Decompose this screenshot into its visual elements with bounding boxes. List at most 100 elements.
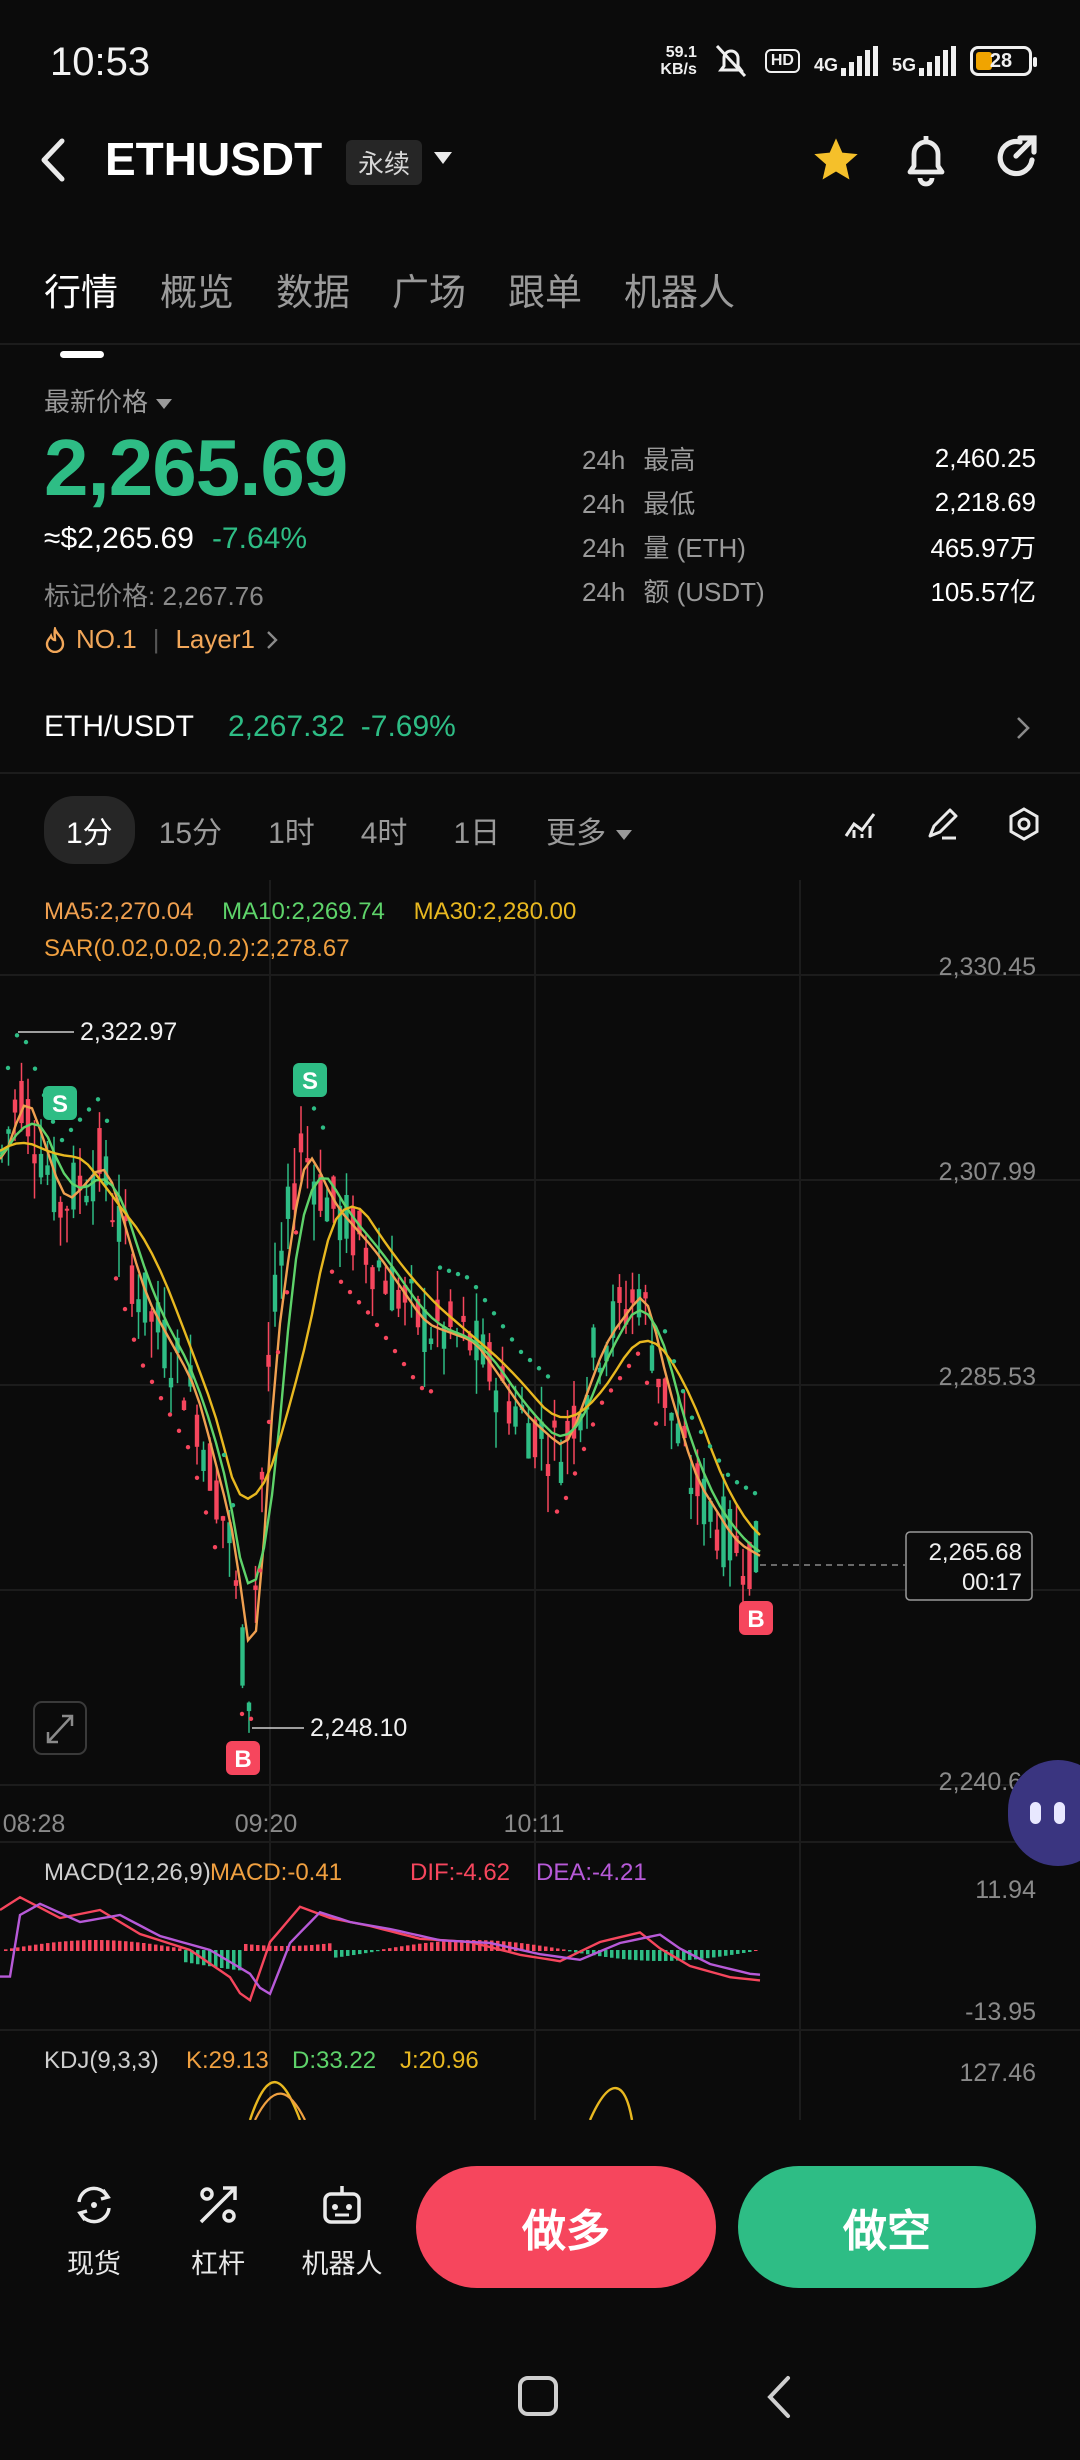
sar-dot: [419, 1385, 425, 1391]
macd-bar: [442, 1941, 446, 1951]
macd-bar: [334, 1950, 338, 1958]
sar-dot: [428, 1389, 434, 1394]
expand-icon-arrows: [46, 1714, 74, 1744]
tab-market[interactable]: 行情: [44, 262, 118, 358]
macd-bar: [178, 1948, 182, 1951]
ma-lines: [0, 1104, 761, 1644]
macd-bar: [640, 1950, 644, 1961]
sar-dot: [482, 1298, 488, 1303]
macd-bar: [304, 1945, 308, 1951]
indicator-icon[interactable]: [842, 806, 878, 842]
stat-high: 24h 最高 2,460.25: [582, 442, 1036, 475]
sar-dot: [743, 1485, 749, 1490]
macd-bar: [148, 1943, 152, 1951]
macd-bottom: -13.95: [965, 1998, 1036, 2026]
macd-bar: [298, 1945, 302, 1951]
back-button[interactable]: [38, 130, 88, 190]
candle-body: [396, 1289, 401, 1309]
tab-copy-trade[interactable]: 跟单: [508, 262, 582, 316]
candle-body: [740, 1575, 746, 1585]
sar-dot: [140, 1363, 146, 1368]
settings-icon[interactable]: [1006, 806, 1042, 842]
nav-home-button[interactable]: [518, 2376, 558, 2416]
sar-dot: [320, 1125, 326, 1130]
candle-body: [428, 1338, 434, 1345]
interval-more[interactable]: 更多: [546, 808, 633, 852]
nav-back-icon[interactable]: [764, 2374, 794, 2420]
interval-1h[interactable]: 1时: [268, 808, 315, 852]
macd-bar: [700, 1950, 704, 1959]
macd-bar: [586, 1950, 590, 1955]
candle-body: [591, 1327, 596, 1358]
signal-5g-icon: 5G: [892, 46, 956, 76]
macd-bar: [436, 1941, 440, 1951]
spot-action[interactable]: 现货: [44, 2176, 144, 2281]
candle-body: [662, 1378, 668, 1408]
candle-body: [669, 1412, 674, 1421]
sar-dot: [500, 1324, 506, 1329]
macd-bar: [316, 1944, 320, 1951]
macd-bar: [274, 1945, 278, 1951]
macd-bar: [370, 1950, 374, 1953]
long-button[interactable]: 做多: [416, 2166, 716, 2288]
bell-icon[interactable]: [900, 132, 952, 188]
star-icon[interactable]: [810, 134, 862, 186]
assistant-bubble[interactable]: [1008, 1760, 1080, 1866]
macd-bar: [100, 1940, 104, 1951]
bot-action[interactable]: 机器人: [292, 2176, 392, 2281]
sar-dot: [194, 1475, 200, 1480]
symbol-title[interactable]: ETHUSDT: [105, 132, 322, 186]
candle-body: [506, 1401, 512, 1424]
interval-selector: 1分 15分 1时 4时 1日 更多: [44, 796, 678, 864]
macd-bar: [388, 1948, 392, 1951]
macd-bar: [76, 1940, 80, 1951]
spot-pair-row[interactable]: ETH/USDT 2,267.32 -7.69%: [44, 710, 456, 744]
candle-body: [168, 1377, 174, 1388]
chart-grid: 2,330.452,307.992,285.532,240.6108:28 09:…: [0, 880, 1080, 2120]
candles: [0, 1062, 759, 1733]
tab-data[interactable]: 数据: [276, 262, 350, 316]
sar-dot: [689, 1415, 695, 1420]
interval-15m[interactable]: 15分: [159, 808, 222, 852]
candle-body: [142, 1272, 148, 1323]
macd-bar: [430, 1942, 434, 1951]
macd-bar: [340, 1950, 344, 1957]
macd-bar: [28, 1945, 32, 1951]
macd-bar: [628, 1950, 632, 1960]
kline-chart[interactable]: 2,330.452,307.992,285.532,240.6108:28 09:…: [0, 880, 1080, 2120]
tab-bot[interactable]: 机器人: [624, 262, 735, 316]
sar-dot: [77, 1117, 83, 1122]
candle-body: [266, 1354, 271, 1367]
candle-body: [194, 1414, 200, 1447]
sar-dot: [50, 1119, 56, 1124]
candle-body: [25, 1099, 31, 1137]
status-time: 10:53: [50, 40, 151, 84]
y-tick-label: 2,285.53: [939, 1363, 1036, 1391]
share-icon[interactable]: [990, 132, 1042, 184]
sar-dot: [95, 1097, 101, 1102]
sar-dot: [563, 1495, 569, 1501]
interval-1m[interactable]: 1分: [44, 796, 135, 864]
interval-4h[interactable]: 4时: [361, 808, 408, 852]
tab-overview[interactable]: 概览: [160, 262, 234, 316]
leverage-action[interactable]: 杠杆: [168, 2176, 268, 2281]
chevron-right-icon[interactable]: [1014, 714, 1032, 742]
tab-square[interactable]: 广场: [392, 262, 466, 316]
sar-dot: [752, 1490, 758, 1496]
short-button[interactable]: 做空: [738, 2166, 1036, 2288]
macd-bar: [346, 1950, 350, 1956]
sar-dot: [671, 1359, 677, 1364]
sar-dot: [203, 1510, 209, 1515]
macd-value: MACD:-0.41: [210, 1859, 342, 1886]
interval-1d[interactable]: 1日: [453, 808, 500, 852]
ma30-line: [0, 1141, 761, 1536]
macd-bar: [376, 1950, 380, 1952]
caret-down-icon[interactable]: [432, 150, 454, 166]
chart-annotations: 2,322.97 2,248.10 S S B B 2,265.68 00:17: [18, 1018, 1033, 1775]
rank-tags[interactable]: NO.1 | Layer1: [44, 624, 279, 655]
latest-price-selector[interactable]: 最新价格: [44, 382, 173, 419]
pen-icon[interactable]: [924, 806, 960, 842]
contract-type-badge[interactable]: 永续: [346, 140, 423, 185]
sar-dot: [716, 1458, 722, 1463]
macd-bar: [184, 1950, 188, 1963]
